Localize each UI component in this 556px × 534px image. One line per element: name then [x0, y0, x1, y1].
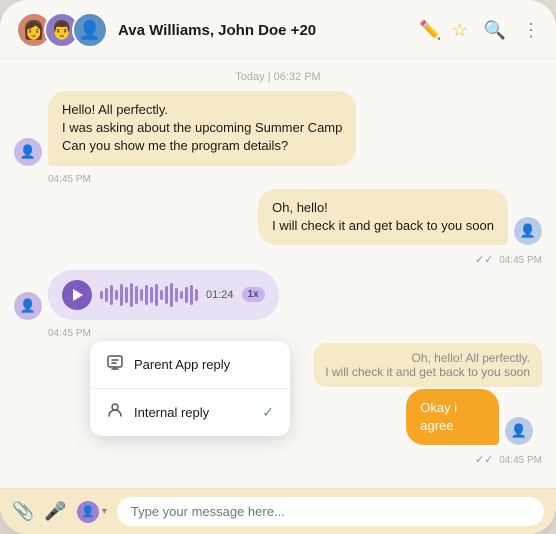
sender-avatar-3: 👤 — [14, 292, 42, 320]
header-actions: ☆ 🔍 ⋮ — [451, 20, 540, 41]
context-item-internal-reply[interactable]: Internal reply ✓ — [90, 389, 290, 436]
sender-avatar-2: 👤 — [514, 217, 542, 245]
avatar-3: 👤 — [72, 12, 108, 48]
date-label: Today | 06:32 PM — [14, 63, 542, 87]
message-row-outgoing-2: Oh, hello! I will check it and get back … — [14, 189, 542, 245]
user-avatar-small: 👤 — [77, 501, 99, 523]
time-label-4: ✓✓ 04:45 PM — [14, 453, 542, 466]
user-selector[interactable]: 👤 ▾ — [77, 501, 107, 523]
chat-window: 👩 👨 👤 Ava Williams, John Doe +20 ✏️ ☆ 🔍 … — [0, 0, 556, 534]
speed-badge[interactable]: 1x — [242, 287, 265, 302]
internal-reply-icon — [106, 401, 124, 424]
chat-title: Ava Williams, John Doe +20 — [118, 22, 409, 39]
message-input[interactable] — [117, 497, 544, 526]
mic-icon[interactable]: 🎤 — [44, 501, 66, 522]
internal-reply-label: Internal reply — [134, 405, 209, 420]
time-label-2: ✓✓ 04:45 PM — [14, 253, 542, 266]
caret-icon: ▾ — [102, 506, 107, 517]
sender-avatar-4: 👤 — [505, 417, 533, 445]
star-icon[interactable]: ☆ — [451, 20, 467, 41]
message-row-voice-3: 👤 — [14, 270, 542, 320]
parent-reply-label: Parent App reply — [134, 357, 230, 372]
time-label-1: 04:45 PM — [14, 174, 542, 185]
context-item-parent-reply[interactable]: Parent App reply — [90, 341, 290, 389]
check-icon: ✓ — [262, 404, 274, 421]
avatar-group: 👩 👨 👤 — [16, 12, 108, 48]
attachment-icon[interactable]: 📎 — [12, 501, 34, 522]
bubble-incoming-1: Hello! All perfectly. I was asking about… — [48, 91, 356, 166]
time-label-3: 04:45 PM — [14, 328, 542, 339]
sender-avatar-1: 👤 — [14, 138, 42, 166]
context-menu: Parent App reply Internal reply ✓ — [90, 341, 290, 436]
more-options-icon[interactable]: ⋮ — [522, 20, 540, 41]
waveform — [100, 281, 198, 309]
play-button[interactable] — [62, 280, 92, 310]
bubble-outgoing-2: Oh, hello! I will check it and get back … — [258, 189, 508, 245]
bubble-ok: Okay i agree — [406, 389, 498, 445]
message-row-incoming-1: 👤 Hello! All perfectly. I was asking abo… — [14, 91, 542, 166]
search-icon[interactable]: 🔍 — [484, 20, 506, 41]
chat-header: 👩 👨 👤 Ava Williams, John Doe +20 ✏️ ☆ 🔍 … — [0, 0, 556, 59]
edit-icon[interactable]: ✏️ — [419, 20, 441, 41]
quote-wrap: Oh, hello! All perfectly. I will check i… — [313, 343, 542, 445]
quote-bubble: Oh, hello! All perfectly. I will check i… — [313, 343, 542, 387]
voice-bubble: 01:24 1x — [48, 270, 279, 320]
bottom-bar: 📎 🎤 👤 ▾ — [0, 488, 556, 534]
voice-duration: 01:24 — [206, 289, 234, 301]
parent-app-icon — [106, 353, 124, 376]
chat-area: Today | 06:32 PM 👤 Hello! All perfectly.… — [0, 59, 556, 488]
